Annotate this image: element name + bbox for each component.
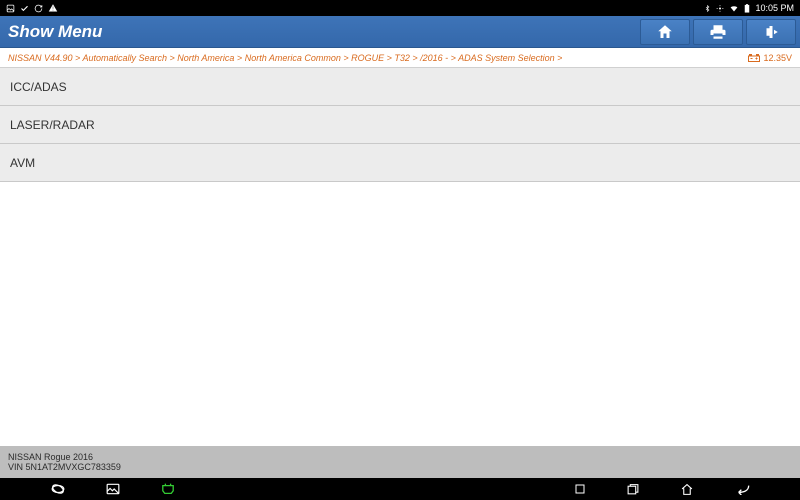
warning-icon: [48, 3, 58, 13]
print-button[interactable]: [693, 19, 743, 45]
menu-list: ICC/ADAS LASER/RADAR AVM: [0, 68, 800, 182]
list-item[interactable]: LASER/RADAR: [0, 106, 800, 144]
wifi-icon: [729, 4, 739, 13]
list-item[interactable]: AVM: [0, 144, 800, 182]
image-icon: [6, 4, 15, 13]
vehicle-vin: VIN 5N1AT2MVXGC783359: [8, 462, 792, 472]
back-nav-icon[interactable]: [734, 483, 750, 495]
print-icon: [709, 23, 727, 41]
android-nav-bar: [0, 478, 800, 500]
status-left: [6, 3, 58, 13]
list-item-label: ICC/ADAS: [10, 80, 67, 94]
vehicle-name: NISSAN Rogue 2016: [8, 452, 792, 462]
breadcrumb-bar: NISSAN V44.90 > Automatically Search > N…: [0, 48, 800, 68]
footer-info: NISSAN Rogue 2016 VIN 5N1AT2MVXGC783359: [0, 446, 800, 478]
battery-car-icon: [748, 54, 760, 62]
bluetooth-icon: [704, 4, 711, 13]
status-time: 10:05 PM: [755, 3, 794, 13]
list-item-label: AVM: [10, 156, 35, 170]
voltage-indicator: 12.35V: [748, 53, 792, 63]
page-title: Show Menu: [8, 22, 102, 42]
exit-button[interactable]: [746, 19, 796, 45]
status-right: 10:05 PM: [704, 3, 794, 13]
sync-icon: [34, 4, 43, 13]
exit-icon: [762, 23, 780, 41]
voltage-value: 12.35V: [763, 53, 792, 63]
android-status-bar: 10:05 PM: [0, 0, 800, 16]
browser-nav-icon[interactable]: [50, 482, 66, 496]
diag-nav-icon[interactable]: [160, 483, 176, 496]
main-area: ICC/ADAS LASER/RADAR AVM: [0, 68, 800, 446]
home-icon: [656, 23, 674, 41]
home-button[interactable]: [640, 19, 690, 45]
title-actions: [640, 19, 796, 45]
check-icon: [20, 4, 29, 13]
list-item[interactable]: ICC/ADAS: [0, 68, 800, 106]
title-bar: Show Menu: [0, 16, 800, 48]
battery-icon: [744, 4, 750, 13]
gallery-nav-icon[interactable]: [106, 483, 120, 495]
recent-nav-icon[interactable]: [574, 483, 586, 495]
home-nav-icon[interactable]: [680, 483, 694, 496]
list-item-label: LASER/RADAR: [10, 118, 95, 132]
breadcrumb: NISSAN V44.90 > Automatically Search > N…: [8, 53, 562, 63]
location-icon: [716, 4, 724, 13]
overview-nav-icon[interactable]: [626, 483, 640, 496]
